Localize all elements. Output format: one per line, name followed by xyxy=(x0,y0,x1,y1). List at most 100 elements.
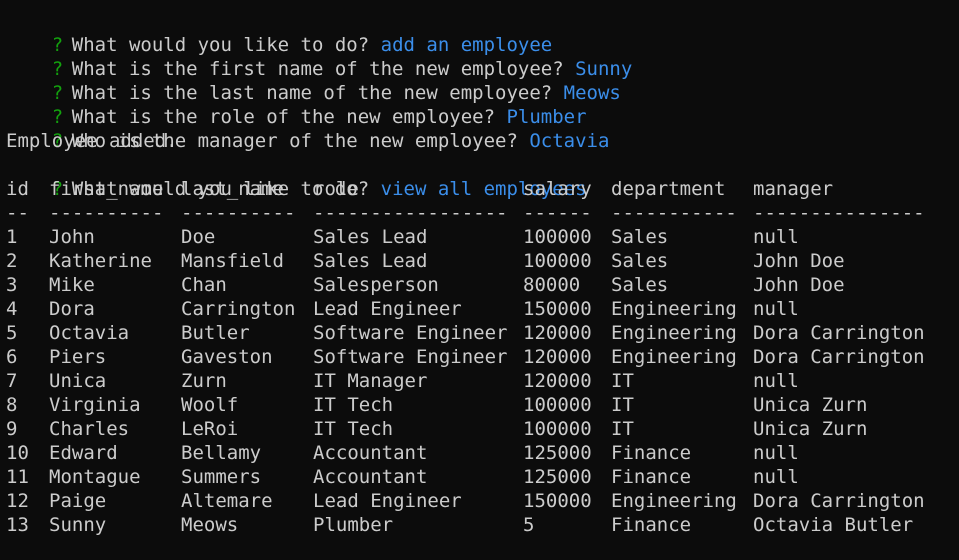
cell-id: 8 xyxy=(6,394,18,416)
table-row: 13 Sunny Meows Plumber 5 Finance Octavia Butle… xyxy=(0,513,959,537)
cell-id: 9 xyxy=(6,418,18,440)
table-row: 9 Charles LeRoi IT Tech 100000 IT Unica Zurn xyxy=(0,417,959,441)
cell-role: Sales Lead xyxy=(313,226,428,248)
table-row: 7 Unica Zurn IT Manager 120000 IT null xyxy=(0,369,959,393)
table-row: 5 Octavia Butler Software Engineer 120000 Eng… xyxy=(0,321,959,345)
column-header-role: role xyxy=(313,178,359,200)
cell-department: Engineering xyxy=(611,298,737,320)
cell-first-name: Mike xyxy=(49,274,95,296)
separator-salary: ------ xyxy=(523,202,592,224)
table-row: 4 Dora Carrington Lead Engineer 150000 Engine… xyxy=(0,297,959,321)
cell-salary: 120000 xyxy=(523,322,592,344)
cell-salary: 100000 xyxy=(523,226,592,248)
cell-last-name: Doe xyxy=(181,226,216,248)
cell-last-name: LeRoi xyxy=(181,418,239,440)
cell-salary: 125000 xyxy=(523,442,592,464)
cell-salary: 120000 xyxy=(523,370,592,392)
cell-role: Plumber xyxy=(313,514,394,536)
cell-role: Accountant xyxy=(313,466,428,488)
column-header-first-name: first_name xyxy=(49,178,164,200)
cell-manager: Dora Carrington xyxy=(753,322,925,344)
prompt-line: ? What is the role of the new employee? P… xyxy=(0,81,587,128)
cell-manager: Unica Zurn xyxy=(753,394,868,416)
cell-department: Finance xyxy=(611,514,692,536)
cell-role: Sales Lead xyxy=(313,250,428,272)
cell-last-name: Woolf xyxy=(181,394,239,416)
cell-first-name: Paige xyxy=(49,490,107,512)
cell-role: Salesperson xyxy=(313,274,439,296)
cell-manager: null xyxy=(753,298,799,320)
cell-first-name: Sunny xyxy=(49,514,107,536)
cell-department: IT xyxy=(611,394,634,416)
cell-role: Lead Engineer xyxy=(313,298,462,320)
cell-manager: null xyxy=(753,466,799,488)
cell-salary: 5 xyxy=(523,514,535,536)
cell-role: Software Engineer xyxy=(313,346,508,368)
cell-department: Sales xyxy=(611,226,669,248)
column-header-department: department xyxy=(611,178,726,200)
cell-salary: 100000 xyxy=(523,418,592,440)
cell-department: Engineering xyxy=(611,490,737,512)
cell-id: 12 xyxy=(6,490,29,512)
cell-last-name: Summers xyxy=(181,466,262,488)
cell-manager: Unica Zurn xyxy=(753,418,868,440)
cell-salary: 125000 xyxy=(523,466,592,488)
table-row: 12 Paige Altemare Lead Engineer 150000 Engine… xyxy=(0,489,959,513)
cell-id: 6 xyxy=(6,346,18,368)
cell-department: Finance xyxy=(611,466,692,488)
cell-salary: 100000 xyxy=(523,394,592,416)
cell-department: Finance xyxy=(611,442,692,464)
cell-manager: Dora Carrington xyxy=(753,490,925,512)
cell-first-name: Charles xyxy=(49,418,130,440)
table-separator-row: -- ---------- ---------- ---------------… xyxy=(0,201,959,225)
cell-role: IT Tech xyxy=(313,418,394,440)
cell-last-name: Chan xyxy=(181,274,227,296)
column-header-last-name: last_name xyxy=(181,178,284,200)
cell-first-name: Katherine xyxy=(49,250,152,272)
cell-department: Sales xyxy=(611,250,669,272)
column-header-manager: manager xyxy=(753,178,834,200)
cell-manager: Octavia Butler xyxy=(753,514,914,536)
cell-role: IT Tech xyxy=(313,394,394,416)
prompt-line: ? What would you like to do? add an emplo… xyxy=(0,9,552,56)
cell-salary: 150000 xyxy=(523,490,592,512)
cell-department: Engineering xyxy=(611,346,737,368)
cell-first-name: Unica xyxy=(49,370,107,392)
table-row: 6 Piers Gaveston Software Engineer 120000 Eng… xyxy=(0,345,959,369)
cell-id: 4 xyxy=(6,298,18,320)
cell-salary: 100000 xyxy=(523,250,592,272)
cell-first-name: Octavia xyxy=(49,322,130,344)
cell-last-name: Meows xyxy=(181,514,239,536)
separator-last-name: ---------- xyxy=(181,202,296,224)
cell-first-name: Piers xyxy=(49,346,107,368)
cell-first-name: Dora xyxy=(49,298,95,320)
cell-department: IT xyxy=(611,418,634,440)
column-header-salary: salary xyxy=(523,178,592,200)
cell-role: IT Manager xyxy=(313,370,428,392)
cell-last-name: Carrington xyxy=(181,298,296,320)
table-row: 8 Virginia Woolf IT Tech 100000 IT Unica Zurn xyxy=(0,393,959,417)
cell-id: 5 xyxy=(6,322,18,344)
cell-id: 13 xyxy=(6,514,29,536)
separator-manager: --------------- xyxy=(753,202,925,224)
cell-department: Engineering xyxy=(611,322,737,344)
separator-id: -- xyxy=(6,202,29,224)
cell-role: Lead Engineer xyxy=(313,490,462,512)
prompt-answer: Octavia xyxy=(529,130,610,152)
cell-first-name: Edward xyxy=(49,442,118,464)
table-row: 1 John Doe Sales Lead 100000 Sales null xyxy=(0,225,959,249)
column-header-id: id xyxy=(6,178,29,200)
prompt-line: ? Who is the manager of the new employee?… xyxy=(0,105,610,152)
cell-last-name: Zurn xyxy=(181,370,227,392)
cell-salary: 150000 xyxy=(523,298,592,320)
cell-id: 2 xyxy=(6,250,18,272)
cell-last-name: Butler xyxy=(181,322,250,344)
cell-role: Software Engineer xyxy=(313,322,508,344)
status-message: Employee added. xyxy=(6,130,178,152)
terminal-output[interactable]: ? What would you like to do? add an emplo… xyxy=(0,9,959,560)
separator-role: ----------------- xyxy=(313,202,508,224)
cell-first-name: Montague xyxy=(49,466,141,488)
separator-first-name: ---------- xyxy=(49,202,164,224)
cell-last-name: Altemare xyxy=(181,490,273,512)
separator-department: ----------- xyxy=(611,202,737,224)
